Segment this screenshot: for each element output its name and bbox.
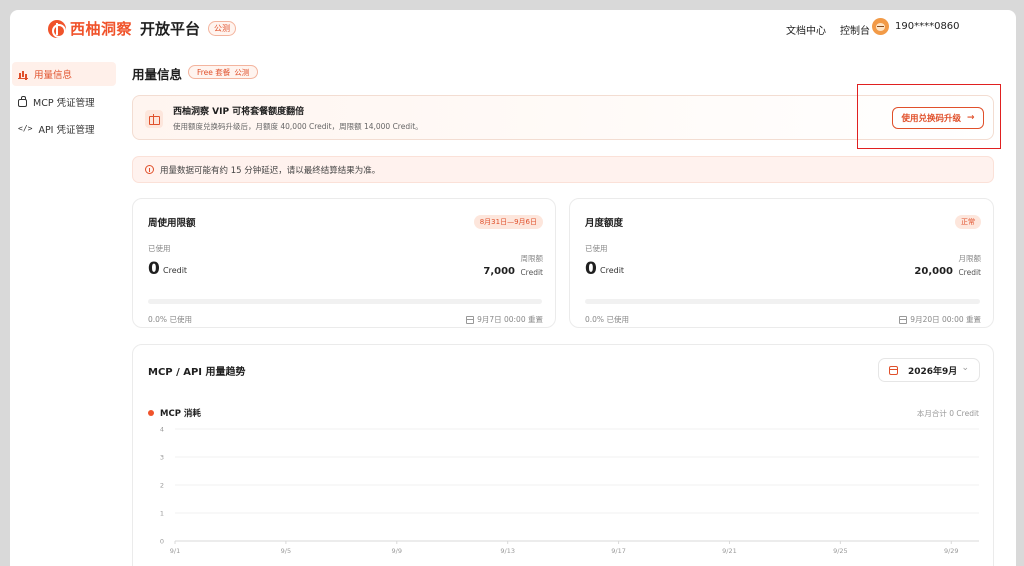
x-tick-label: 9/21 — [722, 547, 737, 555]
page-title: 用量信息 — [132, 67, 183, 82]
reset-time: 9月7日 00:00 重置 — [466, 314, 543, 325]
y-tick-label: 0 — [160, 538, 164, 546]
user-phone: 190****0860 — [895, 21, 960, 32]
x-tick-label: 9/13 — [500, 547, 515, 555]
sidebar-item-usage[interactable]: 用量信息 — [12, 62, 116, 86]
grapefruit-logo-icon — [48, 19, 66, 38]
limit-value: 20,000 — [914, 266, 953, 277]
used-label: 已使用 — [148, 244, 171, 253]
banner-subtitle: 使用额度兑换码升级后，月额度 40,000 Credit，周限额 14,000 … — [173, 122, 423, 131]
usage-progress-bar — [585, 299, 980, 304]
code-icon: </> — [18, 124, 33, 133]
banner-title: 西柚洞察 VIP 可将套餐额度翻倍 — [173, 107, 305, 117]
chart-legend: MCP 消耗 — [148, 407, 201, 419]
nav-console-link[interactable]: 控制台 — [840, 22, 870, 37]
y-tick-label: 2 — [160, 482, 164, 490]
delay-notice: 用量数据可能有约 15 分钟延迟，请以最终结算结果为准。 — [132, 156, 994, 183]
reset-time: 9月20日 00:00 重置 — [899, 314, 981, 325]
gift-icon — [145, 110, 163, 128]
calendar-icon — [466, 315, 475, 324]
calendar-icon — [889, 365, 898, 375]
card-title: 周使用限额 — [148, 218, 196, 229]
sidebar-item-label: 用量信息 — [34, 70, 73, 81]
top-nav: 文档中心 控制台 — [786, 22, 884, 37]
user-menu[interactable]: 190****0860 — [872, 18, 960, 35]
usage-percent: 0.0% 已使用 — [585, 315, 629, 324]
status-badge: 正常 — [955, 215, 981, 229]
legend-dot-icon — [148, 410, 154, 416]
sidebar-item-mcp-credentials[interactable]: MCP 凭证管理 — [12, 90, 116, 114]
chevron-down-icon: ⌄ — [961, 363, 969, 373]
plan-name: Free 套餐 — [197, 67, 231, 77]
weekly-limit-card: 周使用限额 8月31日—9月6日 已使用 0 Credit 周限额 7,000 … — [132, 198, 556, 328]
used-value: 0 — [148, 259, 160, 279]
plan-badge: Free 套餐 公测 — [188, 65, 259, 79]
x-tick-label: 9/17 — [611, 547, 626, 555]
bar-chart-icon — [18, 69, 28, 79]
x-tick-label: 9/1 — [170, 547, 180, 555]
beta-badge: 公测 — [208, 21, 237, 36]
usage-trend-panel: MCP / API 用量趋势 2026年9月 ⌄ MCP 消耗 本月合计 0 C… — [132, 344, 994, 566]
sidebar-item-api-credentials[interactable]: </> API 凭证管理 — [12, 117, 116, 141]
y-tick-label: 1 — [160, 510, 164, 518]
calendar-icon — [899, 315, 908, 324]
app-window: 西柚洞察 开放平台 公测 文档中心 控制台 190****0860 用量信息 M… — [10, 10, 1016, 566]
month-total: 本月合计 0 Credit — [916, 409, 979, 418]
highlight-annotation-box — [857, 84, 1001, 149]
used-unit: Credit — [163, 266, 188, 275]
x-tick-label: 9/29 — [944, 547, 959, 555]
avatar[interactable] — [872, 18, 889, 35]
date-range-badge: 8月31日—9月6日 — [473, 215, 543, 229]
month-select[interactable]: 2026年9月 ⌄ — [878, 358, 980, 382]
card-title: 月度额度 — [585, 218, 624, 229]
used-label: 已使用 — [585, 244, 608, 253]
info-icon — [145, 165, 154, 174]
limit-label: 周限额 — [520, 254, 544, 263]
x-tick-label: 9/5 — [281, 547, 291, 555]
y-tick-label: 3 — [160, 454, 164, 462]
limit-unit: Credit — [958, 268, 981, 277]
legend-label: MCP 消耗 — [160, 409, 201, 419]
top-header: 西柚洞察 开放平台 公测 文档中心 控制台 190****0860 — [10, 10, 1016, 48]
used-value: 0 — [585, 259, 597, 279]
brand-name: 西柚洞察 — [70, 20, 133, 38]
trend-line-chart: 0 1 2 3 4 9/1 9/5 9/9 9/13 9/17 9/21 9/25 9/29 — [160, 426, 979, 555]
y-tick-label: 4 — [160, 426, 164, 434]
key-icon — [18, 96, 27, 107]
brand-logo[interactable]: 西柚洞察 开放平台 公测 — [48, 18, 237, 39]
reset-text: 9月7日 00:00 重置 — [477, 315, 543, 324]
x-tick-label: 9/25 — [833, 547, 848, 555]
trend-title: MCP / API 用量趋势 — [148, 367, 246, 378]
x-tick-label: 9/9 — [392, 547, 402, 555]
usage-progress-bar — [148, 299, 542, 304]
sidebar-item-label: API 凭证管理 — [38, 125, 95, 136]
plan-status: 公测 — [234, 67, 250, 77]
used-unit: Credit — [600, 266, 625, 275]
limit-unit: Credit — [520, 268, 543, 277]
sidebar-item-label: MCP 凭证管理 — [33, 98, 95, 109]
reset-text: 9月20日 00:00 重置 — [910, 315, 981, 324]
limit-label: 月限额 — [958, 254, 982, 263]
platform-name: 开放平台 — [140, 20, 201, 38]
notice-text: 用量数据可能有约 15 分钟延迟，请以最终结算结果为准。 — [160, 165, 381, 176]
nav-docs-link[interactable]: 文档中心 — [786, 22, 826, 37]
month-value: 2026年9月 — [908, 366, 958, 377]
monthly-quota-card: 月度额度 正常 已使用 0 Credit 月限额 20,000 Credit 0… — [569, 198, 994, 328]
limit-value: 7,000 — [483, 266, 515, 277]
usage-percent: 0.0% 已使用 — [148, 315, 192, 324]
